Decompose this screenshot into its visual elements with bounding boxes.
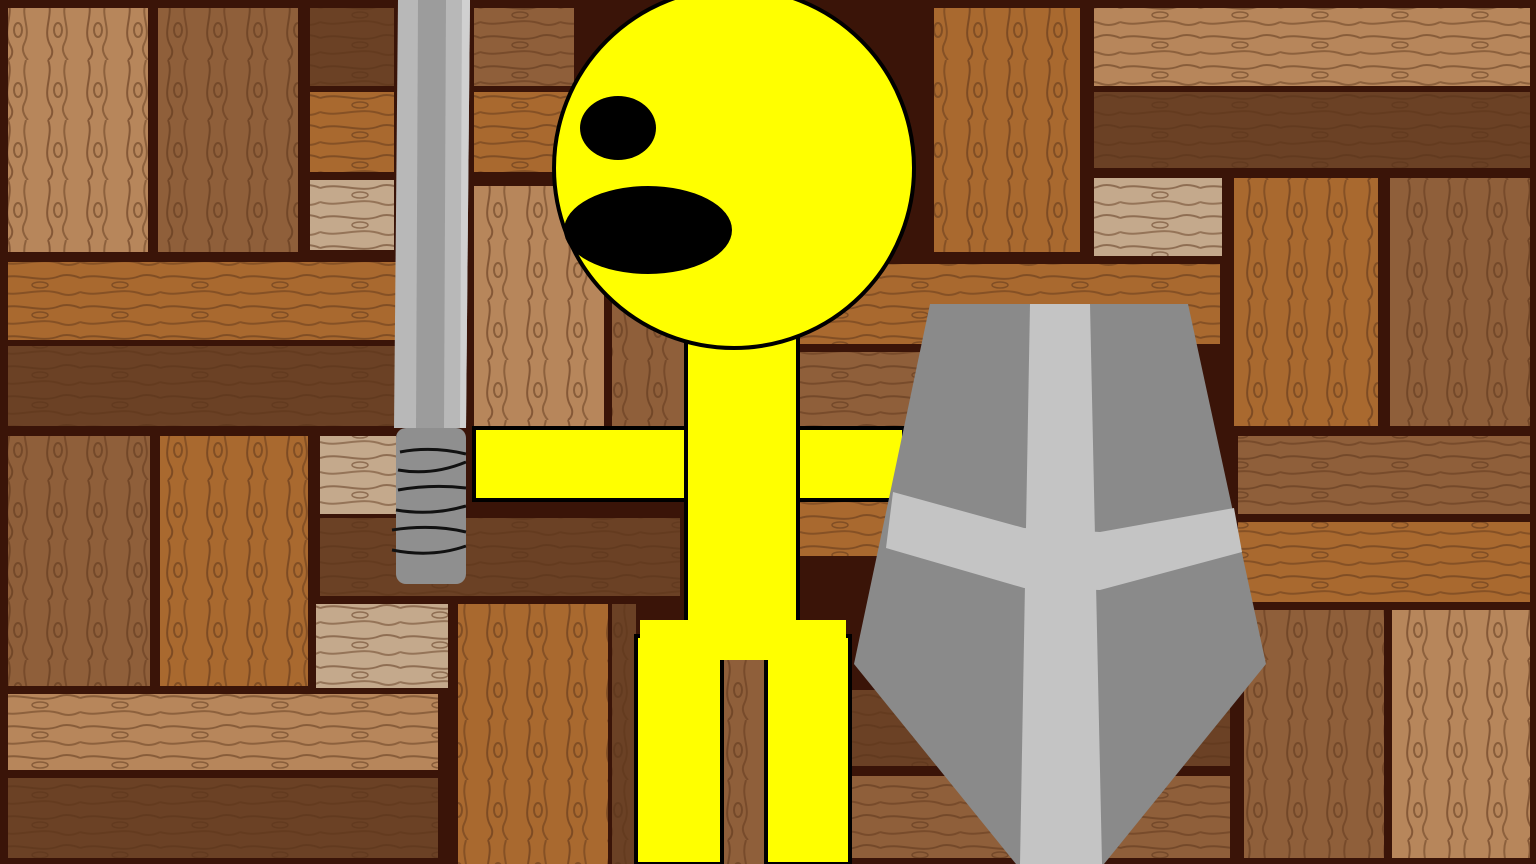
character-left-leg xyxy=(634,634,724,864)
wood-grain xyxy=(8,778,438,858)
wood-grain xyxy=(1244,610,1384,858)
wood-grain xyxy=(1094,92,1530,168)
wood-grain xyxy=(158,8,298,252)
wood-grain xyxy=(320,518,680,596)
wood-grain xyxy=(310,8,394,86)
wood-grain xyxy=(8,8,148,252)
character-eye xyxy=(580,96,656,160)
wood-grain xyxy=(474,8,574,86)
wood-grain xyxy=(310,180,394,250)
wood-grain xyxy=(310,92,394,172)
wood-grain xyxy=(1094,178,1222,256)
wood-grain xyxy=(320,436,396,514)
wood-grain xyxy=(8,436,150,686)
wood-grain xyxy=(458,604,608,864)
character-head xyxy=(552,0,916,350)
wood-grain xyxy=(8,346,398,426)
scene-canvas xyxy=(8,0,1530,864)
sword-blade-edge xyxy=(416,0,446,428)
wood-grain xyxy=(8,262,398,340)
wood-grain xyxy=(1392,610,1530,858)
wood-grain xyxy=(1238,436,1530,514)
wood-grain xyxy=(160,436,308,686)
wood-grain xyxy=(1390,178,1530,426)
wood-grain xyxy=(724,640,764,864)
character-mouth xyxy=(564,186,732,274)
wood-grain xyxy=(934,8,1080,252)
wood-grain xyxy=(1094,8,1530,86)
game-scene xyxy=(0,0,1536,864)
wood-grain xyxy=(8,694,438,770)
wood-grain xyxy=(612,604,636,864)
wood-grain xyxy=(316,604,448,688)
wood-grain xyxy=(1238,522,1530,602)
wood-grain xyxy=(1234,178,1378,426)
sword-icon xyxy=(391,0,470,584)
character-right-leg xyxy=(764,634,852,864)
